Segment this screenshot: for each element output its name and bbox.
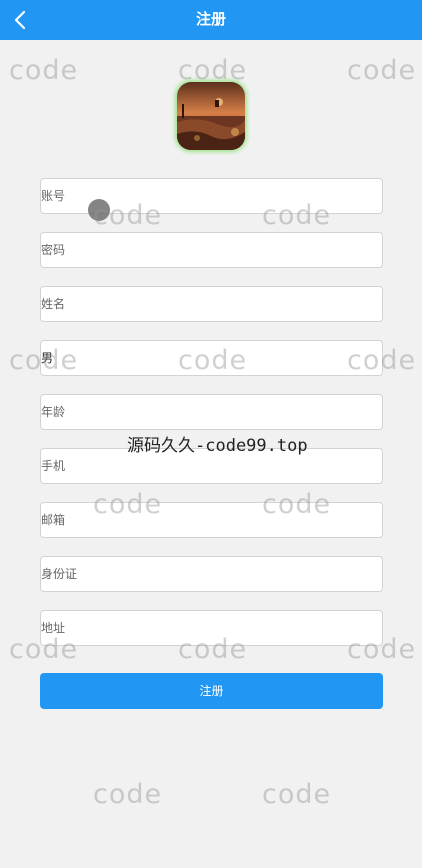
age-field[interactable]: 年龄 [40,394,383,430]
avatar[interactable] [177,82,245,150]
gender-field[interactable]: 男 [40,340,383,376]
register-page: 注册 账号 密码 姓名 男 年龄 手机 邮箱 身份证 地址 注册 code co… [0,0,422,868]
register-button[interactable]: 注册 [40,673,383,709]
landscape-avatar-image [177,82,245,150]
name-field[interactable]: 姓名 [40,286,383,322]
page-title: 注册 [195,10,226,28]
address-field[interactable]: 地址 [40,610,383,646]
password-field[interactable]: 密码 [40,232,383,268]
top-bar: 注册 [0,0,422,40]
watermark: code [9,55,79,86]
watermark-site-text: 源码久久-code99.top [127,436,308,456]
touch-indicator [88,199,110,221]
watermark: code [93,779,163,810]
watermark: code [347,55,417,86]
id-card-field[interactable]: 身份证 [40,556,383,592]
email-field[interactable]: 邮箱 [40,502,383,538]
watermark: code [262,779,332,810]
